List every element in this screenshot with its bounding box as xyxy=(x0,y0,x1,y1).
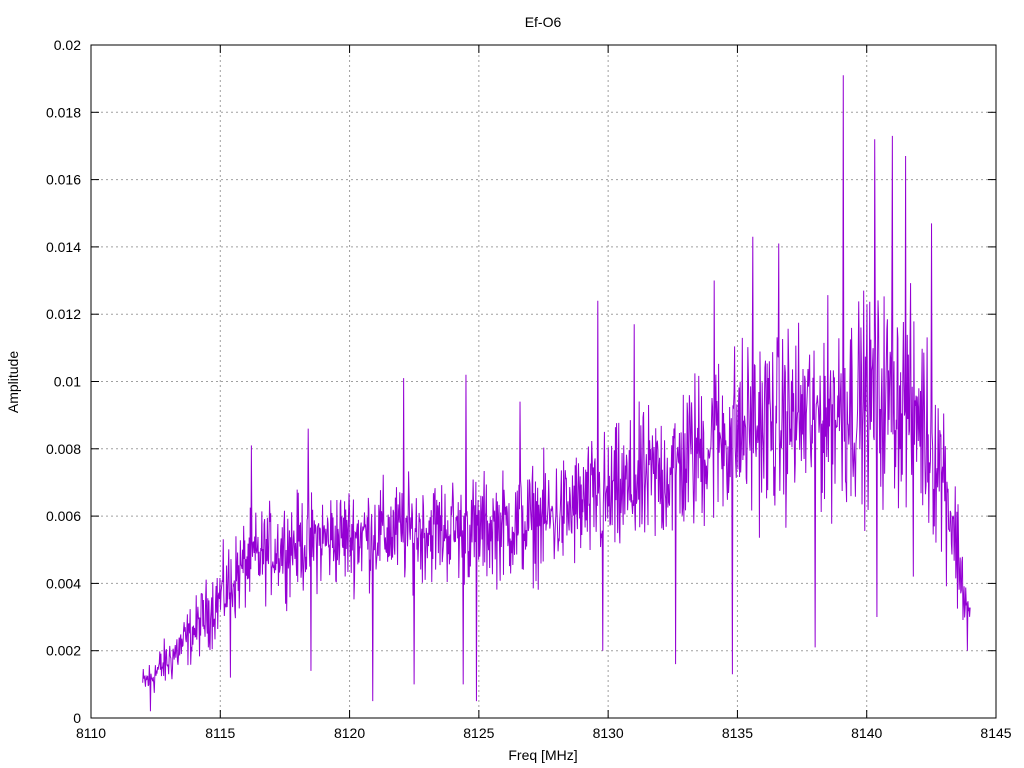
x-tick-label: 8130 xyxy=(593,725,624,741)
y-axis-label: Amplitude xyxy=(5,351,21,413)
line-chart: 8110 8115 8120 8125 8130 8135 8140 8145 0 0.002 0.… xyxy=(0,0,1024,768)
x-axis-label: Freq [MHz] xyxy=(508,747,577,763)
x-tick-label: 8125 xyxy=(463,725,494,741)
x-tick-label: 8135 xyxy=(722,725,753,741)
x-tick-label: 8140 xyxy=(851,725,882,741)
y-tick-label: 0.004 xyxy=(46,575,81,591)
y-tick-label: 0.008 xyxy=(46,441,81,457)
y-tick-label: 0.014 xyxy=(46,239,81,255)
chart-title: Ef-O6 xyxy=(525,14,562,30)
x-tick-label: 8110 xyxy=(76,725,106,741)
y-tick-label: 0.012 xyxy=(46,306,81,322)
y-tick-label: 0.016 xyxy=(46,172,81,188)
y-tick-label: 0.002 xyxy=(46,643,81,659)
y-tick-label: 0.01 xyxy=(54,374,81,390)
x-tick-label: 8115 xyxy=(205,725,235,741)
x-tick-label: 8120 xyxy=(334,725,365,741)
y-tick-label: 0.018 xyxy=(46,104,81,120)
y-tick-label: 0 xyxy=(73,710,81,726)
y-tick-label: 0.006 xyxy=(46,508,81,524)
x-tick-label: 8145 xyxy=(980,725,1011,741)
y-tick-label: 0.02 xyxy=(54,37,81,53)
